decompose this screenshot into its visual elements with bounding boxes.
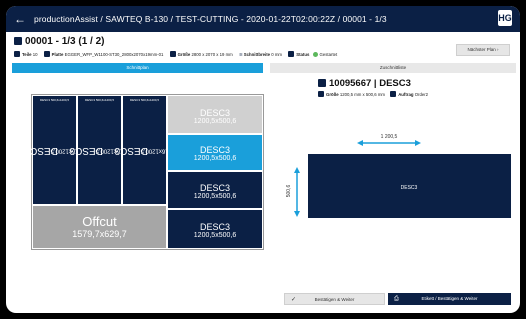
next-plan-label: Nächster Plan [467, 47, 496, 52]
plan-piece-6[interactable]: DESC3 1200,5x500,6 [167, 171, 263, 209]
print-label-confirm-label: Etikett / Bestätigen & Weiter [421, 296, 478, 301]
piece-6-dims: 1200,5x500,6 [193, 193, 237, 200]
part-drawing: 1 200,5 500,6 DESC3 [286, 134, 511, 218]
app-frame: ← productionAssist / SAWTEQ B-130 / TEST… [6, 6, 520, 313]
piece-5-name: DESC3 [199, 145, 230, 155]
offcut-dims: 1579,7x629,7 [72, 229, 127, 239]
height-arrow-up-icon [294, 167, 300, 173]
part-meta: Größe 1200,5 mm x 500,6 mm Auftrag Order… [318, 91, 428, 97]
offcut-label-wrap: Offcut 1579,7x629,7 [33, 206, 166, 240]
piece-4-dims: 1200,5x500,6 [193, 118, 237, 125]
page-title: 00001 - 1/3 (1 / 2) [14, 36, 105, 47]
part-groesse-label: Größe [326, 92, 339, 97]
next-plan-button[interactable]: Nächster Plan › [456, 44, 510, 56]
piece-6-label-wrap: DESC3 1200,5x500,6 [168, 172, 262, 201]
top-bar: ← productionAssist / SAWTEQ B-130 / TEST… [6, 6, 520, 32]
breadcrumb: productionAssist / SAWTEQ B-130 / TEST-C… [34, 14, 387, 24]
offcut-label: Offcut [82, 214, 117, 229]
confirm-next-button[interactable]: ✓ Bestätigen & Weiter [284, 293, 385, 305]
part-title: 10095667 | DESC3 [318, 78, 411, 89]
piece-4-label-wrap: DESC3 1200,5x500,6 [168, 96, 262, 126]
height-arrow-down-icon [294, 211, 300, 217]
piece-4-name: DESC3 [199, 108, 230, 118]
parts-icon [14, 51, 20, 57]
status-dot [312, 52, 318, 57]
piece-7-dims: 1200,5x500,6 [193, 232, 237, 239]
tab-zuschnittliste[interactable]: Zuschnittliste [270, 63, 516, 73]
print-label-confirm-button[interactable]: ⎙ Etikett / Bestätigen & Weiter [388, 293, 511, 305]
piece-7-name: DESC3 [199, 222, 230, 232]
piece-3-label-wrap: DESC3 500,6x1200,5 [115, 96, 177, 204]
piece-5-dims: 1200,5x500,6 [193, 155, 237, 162]
part-rectangle-label: DESC3 [401, 185, 418, 191]
board-icon [43, 51, 50, 57]
width-arrow-right-icon [415, 140, 421, 146]
chevron-right-icon: › [497, 47, 499, 52]
width-dimension-text: 1 200,5 [381, 134, 398, 140]
piece-6-name: DESC3 [199, 183, 230, 193]
schnittbreite-value: 0 mm [271, 52, 282, 57]
auftrag-label: Auftrag [398, 92, 414, 97]
teile-value: 10 [32, 52, 38, 57]
cutting-sheet: DESC3 500,6x1200,5 DESC3 500,6x1200,5 DES… [25, 94, 264, 250]
confirm-next-label: Bestätigen & Weiter [314, 297, 355, 302]
page-title-text: 00001 - 1/3 (1 / 2) [25, 36, 105, 47]
offcut-piece[interactable]: Offcut 1579,7x629,7 [32, 205, 167, 249]
size-icon [318, 91, 324, 97]
status-value: Gestartet [319, 52, 338, 57]
tab-schnittplan[interactable]: Schnittplan [12, 63, 263, 73]
plan-piece-5-selected[interactable]: DESC3 1200,5x500,6 [167, 134, 263, 171]
status-label: Status [296, 52, 310, 57]
status-icon [288, 51, 295, 57]
plan-piece-7[interactable]: DESC3 1200,5x500,6 [167, 209, 263, 249]
part-icon [318, 79, 326, 87]
plan-piece-4[interactable]: DESC3 1200,5x500,6 [167, 95, 263, 134]
size-icon [169, 51, 176, 57]
plan-meta: Teile 10 Platte EGGER_WFP_W1100-ST30_280… [14, 51, 337, 58]
plan-piece-3[interactable]: DESC3 500,6x1200,5 DESC3 500,6x1200,5 [115, 95, 177, 205]
plan-icon [14, 37, 22, 45]
arrow-left-icon[interactable]: ← [14, 11, 26, 27]
user-icon [390, 91, 397, 97]
teile-label: Teile [22, 52, 32, 57]
piece-5-label-wrap: DESC3 1200,5x500,6 [168, 135, 262, 163]
groesse-label: Größe [177, 52, 191, 57]
groesse-value: 2800 x 2070 x 19 mm [191, 52, 233, 57]
auftrag-value: Order2 [414, 92, 429, 97]
platte-value: EGGER_WFP_W1100-ST30_2800x2070x19mm-01 [64, 52, 164, 57]
piece-7-label-wrap: DESC3 1200,5x500,6 [168, 210, 262, 240]
brand-logo: HG [498, 10, 512, 26]
platte-label: Platte [51, 52, 64, 57]
saw-icon: ≋ [238, 52, 243, 57]
part-title-text: 10095667 | DESC3 [329, 78, 411, 89]
width-arrow-left-icon [357, 140, 363, 146]
part-groesse-value: 1200,5 mm x 500,6 mm [339, 92, 385, 97]
schnittbreite-label: Schnittbreite [243, 52, 271, 57]
height-dimension-text: 500,6 [286, 185, 292, 198]
